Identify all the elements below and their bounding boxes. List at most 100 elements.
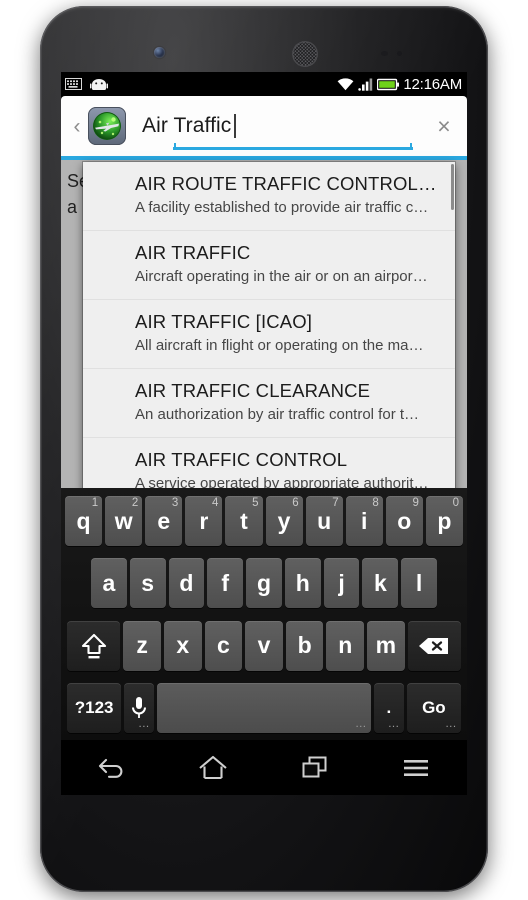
key-label: n (338, 632, 353, 659)
key-label: j (338, 569, 345, 596)
key-hint: 4 (212, 497, 219, 509)
search-suggestions-dropdown: AIR ROUTE TRAFFIC CONTROL… A facility es… (83, 162, 455, 507)
key-label: Go (422, 697, 446, 717)
enter-go-key[interactable]: Go ··· (406, 682, 462, 733)
key-j[interactable]: j (323, 558, 360, 609)
key-k[interactable]: k (362, 558, 399, 609)
key-label: r (199, 507, 209, 534)
key-z[interactable]: z (123, 620, 161, 671)
key-label: g (256, 569, 272, 596)
key-w[interactable]: 2w (105, 496, 143, 546)
key-label: f (221, 569, 230, 596)
key-t[interactable]: 5t (225, 496, 263, 546)
status-bar-left-icons (61, 78, 108, 91)
key-s[interactable]: s (129, 558, 166, 609)
symbols-key[interactable]: ?123 (67, 682, 122, 733)
space-key[interactable]: ··· (157, 682, 371, 733)
status-bar: 12:16AM (61, 72, 467, 96)
scrollbar[interactable] (451, 164, 454, 210)
key-r[interactable]: 4r (185, 496, 223, 546)
key-hint: 0 (452, 497, 459, 509)
key-label: v (257, 632, 271, 659)
list-item[interactable]: AIR TRAFFIC CLEARANCE An authorization b… (83, 368, 455, 438)
key-v[interactable]: v (245, 620, 283, 671)
recents-icon (302, 756, 327, 778)
key-e[interactable]: 3e (145, 496, 183, 546)
key-longpress-dots: ··· (139, 721, 151, 731)
key-label: o (397, 507, 412, 534)
key-l[interactable]: l (401, 558, 438, 609)
key-label: q (76, 507, 91, 534)
search-query-text: Air Traffic (142, 114, 232, 137)
suggestion-description: A facility established to provide air tr… (135, 199, 429, 217)
key-x[interactable]: x (163, 620, 202, 671)
key-b[interactable]: b (285, 620, 324, 671)
status-bar-right-icons: 12:16AM (337, 72, 467, 96)
backspace-key[interactable] (407, 620, 462, 671)
suggestion-title: AIR ROUTE TRAFFIC CONTROL… (135, 173, 437, 194)
suggestion-title: AIR TRAFFIC [ICAO] (135, 310, 313, 332)
key-label: c (217, 632, 230, 659)
search-bar: ‹ Air Traffic × (61, 96, 467, 156)
list-item[interactable]: AIR TRAFFIC Aircraft operating in the ai… (83, 230, 455, 300)
list-item[interactable]: AIR TRAFFIC [ICAO] All aircraft in fligh… (83, 299, 455, 369)
clear-search-button[interactable]: × (421, 96, 467, 156)
key-o[interactable]: 9o (385, 496, 423, 546)
status-bar-clock: 12:16AM (403, 75, 462, 93)
accent-rule (61, 156, 467, 160)
key-i[interactable]: 8i (345, 496, 383, 546)
search-field-underline (173, 143, 413, 150)
key-d[interactable]: d (168, 558, 205, 609)
menu-icon (404, 759, 429, 776)
key-label: w (114, 507, 133, 534)
back-button[interactable] (77, 740, 147, 795)
list-item[interactable]: AIR ROUTE TRAFFIC CONTROL… A facility es… (83, 162, 455, 231)
keyboard-icon (65, 78, 82, 90)
key-q[interactable]: 1q (65, 496, 103, 546)
microphone-key[interactable]: ··· (124, 682, 155, 733)
home-button[interactable] (178, 740, 248, 795)
front-camera (154, 47, 165, 58)
key-label: s (141, 569, 155, 596)
key-longpress-dots: ··· (388, 721, 400, 731)
key-hint: 5 (252, 497, 259, 509)
text-caret (234, 114, 236, 138)
battery-icon (377, 78, 400, 90)
key-label: p (437, 507, 452, 534)
key-label: t (240, 507, 248, 534)
key-label: a (102, 569, 116, 596)
period-key[interactable]: . ··· (373, 682, 404, 733)
key-c[interactable]: c (204, 620, 243, 671)
light-sensor (397, 51, 402, 56)
shift-icon (81, 633, 106, 659)
back-icon (98, 758, 123, 778)
keyboard-row-3: z x c v b n m (63, 618, 465, 674)
key-u[interactable]: 7u (305, 496, 343, 546)
wifi-icon (337, 78, 354, 91)
key-a[interactable]: a (90, 558, 127, 609)
back-chevron-icon[interactable]: ‹ (66, 116, 88, 137)
key-h[interactable]: h (284, 558, 321, 609)
radar-airplane-icon[interactable] (88, 107, 126, 145)
key-m[interactable]: m (367, 620, 405, 671)
suggestion-description: All aircraft in flight or operating on t… (135, 337, 424, 355)
keyboard-row-4: ?123 ··· ··· . ··· Go ··· (63, 680, 465, 736)
key-label: x (176, 632, 190, 659)
suggestion-title: AIR TRAFFIC (135, 241, 251, 263)
recents-button[interactable] (280, 740, 350, 795)
on-screen-keyboard: 1q 2w 3e 4r 5t 6y 7u 8i 9o 0p a s d f g (61, 488, 467, 740)
menu-button[interactable] (381, 740, 451, 795)
key-g[interactable]: g (246, 558, 282, 609)
key-p[interactable]: 0p (425, 496, 463, 546)
key-label: u (317, 507, 332, 534)
key-y[interactable]: 6y (265, 496, 303, 546)
key-n[interactable]: n (326, 620, 365, 671)
shift-key[interactable] (66, 620, 121, 671)
key-label: z (136, 632, 148, 659)
microphone-icon (132, 696, 147, 718)
key-longpress-dots: ··· (355, 721, 367, 731)
key-label: m (375, 632, 397, 659)
cellular-signal-icon (358, 78, 373, 91)
search-input[interactable]: Air Traffic (126, 96, 421, 156)
key-f[interactable]: f (207, 558, 244, 609)
